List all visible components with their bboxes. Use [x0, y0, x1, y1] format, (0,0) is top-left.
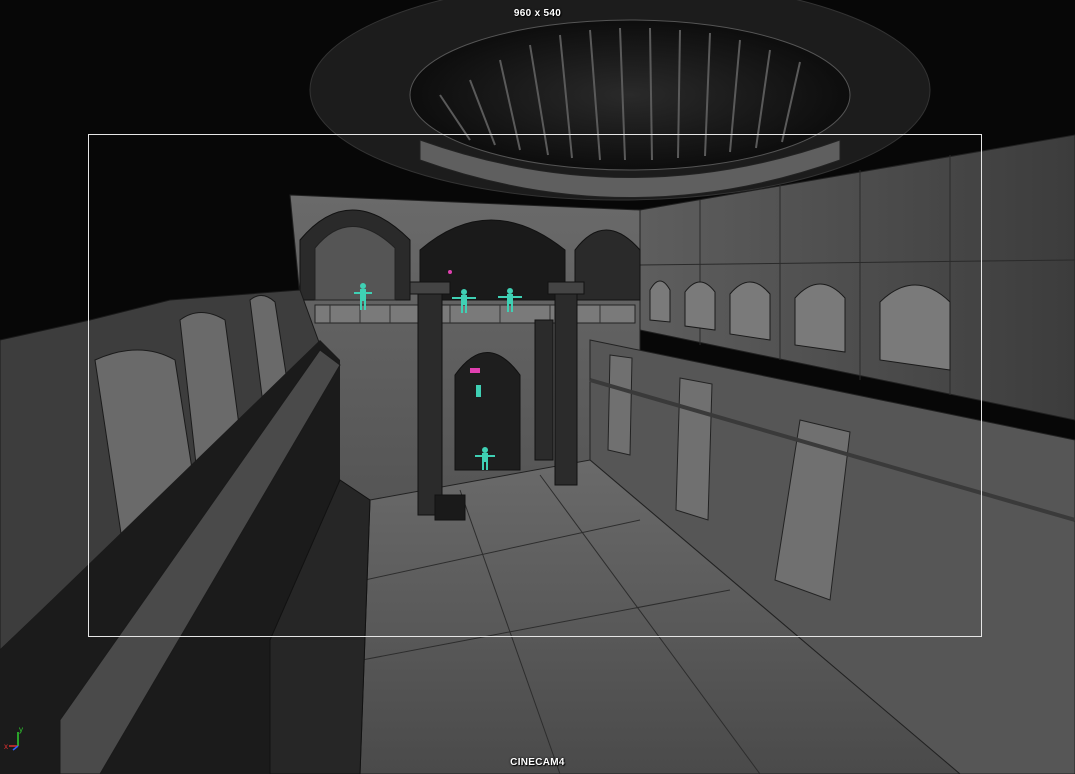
left-corridor [0, 289, 371, 774]
resolution-label: 960 x 540 [513, 8, 562, 19]
character-figure-icon[interactable] [476, 385, 481, 397]
scene-render[interactable] [0, 0, 1075, 774]
xyz-axis-icon: y x [4, 725, 23, 751]
back-wall [289, 194, 641, 501]
camera-name-label: CINECAM4 [510, 757, 565, 768]
3d-viewport[interactable]: 960 x 540 y x CINECAM4 [0, 0, 1075, 774]
axis-x-label: x [4, 742, 8, 751]
axis-y-label: y [19, 725, 23, 734]
